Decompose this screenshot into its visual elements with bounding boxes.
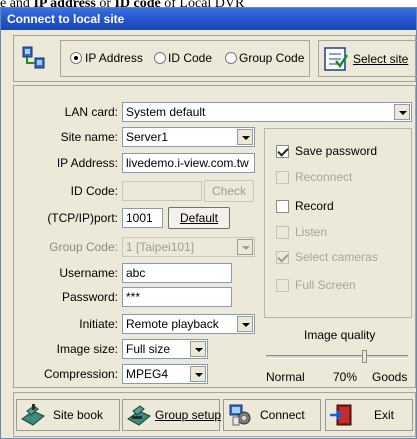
lan-card-select[interactable]: System default [122,102,412,122]
port-label: (TCP/IP)port: [47,211,118,225]
chevron-down-icon[interactable] [237,239,253,255]
select-cameras-label[interactable]: Select cameras [295,250,378,264]
chevron-down-icon[interactable] [237,129,253,145]
check-button[interactable]: Check [204,180,254,202]
image-quality-slider[interactable] [266,350,408,363]
lan-card-label: LAN card: [64,105,118,119]
connect-label: Connect [260,408,305,422]
initiate-label: Initiate: [79,317,118,331]
radio-id-code-label[interactable]: ID Code [168,51,212,65]
site-book-icon [21,404,45,426]
slider-thumb[interactable] [362,350,367,363]
group-setup-label: Group setup [155,408,222,422]
site-name-label: Site name: [60,130,118,144]
chevron-down-icon[interactable] [237,316,253,332]
image-size-select[interactable]: Full size [122,339,208,359]
window-title: Connect to local site [1,8,416,30]
compression-select[interactable]: MPEG4 [122,364,208,384]
group-setup-button[interactable]: Group setup [122,399,222,431]
chevron-down-icon[interactable] [190,341,206,357]
mode-panel: IP Address ID Code Group Code Select sit… [13,35,417,82]
compression-label: Compression: [43,367,118,381]
site-book-button[interactable]: Site book [16,399,120,431]
listen-label[interactable]: Listen [295,225,327,239]
quality-value-label: 70% [333,370,358,384]
select-site-label[interactable]: Select site [353,52,408,66]
options-group: Save password Reconnect Record Listen Se… [264,128,412,318]
reconnect-checkbox[interactable] [276,171,289,184]
id-code-label: ID Code: [70,184,118,198]
radio-ip-address-label[interactable]: IP Address [85,51,143,65]
exit-icon [330,404,352,426]
password-label: Password: [61,290,118,304]
mode-radio-group: IP Address ID Code Group Code [60,40,310,77]
radio-id-code[interactable] [154,52,166,64]
listen-checkbox[interactable] [276,226,289,239]
image-size-label: Image size: [56,342,118,356]
default-button[interactable]: Default [168,207,230,229]
quality-max-label: Goods [372,370,408,384]
full-screen-label[interactable]: Full Screen [295,278,356,292]
slider-track [266,355,408,359]
group-setup-icon [127,405,151,426]
site-book-label: Site book [53,408,104,422]
site-list-icon [324,47,349,71]
radio-ip-address[interactable] [70,52,82,64]
username-field[interactable]: abc [122,263,232,283]
footer-panel: Site book Group setup Connect Exit [13,392,416,437]
group-code-select[interactable]: 1 [Taipei101] [122,237,255,257]
reconnect-label[interactable]: Reconnect [295,170,352,184]
select-cameras-checkbox[interactable] [276,251,289,264]
ip-address-field[interactable]: livedemo.i-view.com.tw [122,153,255,173]
site-name-select[interactable]: Server1 [122,127,255,147]
network-icon [22,46,45,69]
radio-group-code-label[interactable]: Group Code [239,51,304,65]
connect-button[interactable]: Connect [223,399,321,431]
id-code-field[interactable] [122,181,202,201]
settings-panel: LAN card: System default Site name: Serv… [13,85,416,388]
record-label[interactable]: Record [295,199,334,213]
save-password-checkbox[interactable] [276,145,289,158]
radio-group-code[interactable] [225,52,237,64]
password-field[interactable]: *** [122,287,232,307]
group-code-label: Group Code: [49,240,118,254]
image-quality-title: Image quality [304,328,376,342]
username-label: Username: [59,266,118,280]
connect-icon [229,404,251,426]
save-password-label[interactable]: Save password [295,144,377,158]
chevron-down-icon[interactable] [190,366,206,382]
quality-min-label: Normal [266,370,305,384]
full-screen-checkbox[interactable] [276,279,289,292]
select-site-button[interactable]: Select site [318,40,417,77]
connect-dialog: Connect to local site IP Address ID Code… [0,7,417,439]
ip-address-label: IP Address: [56,156,118,170]
record-checkbox[interactable] [276,200,289,213]
initiate-select[interactable]: Remote playback [122,314,255,334]
exit-button[interactable]: Exit [325,399,413,431]
exit-label: Exit [374,408,395,422]
chevron-down-icon[interactable] [394,104,410,120]
port-field[interactable]: 1001 [122,208,163,228]
